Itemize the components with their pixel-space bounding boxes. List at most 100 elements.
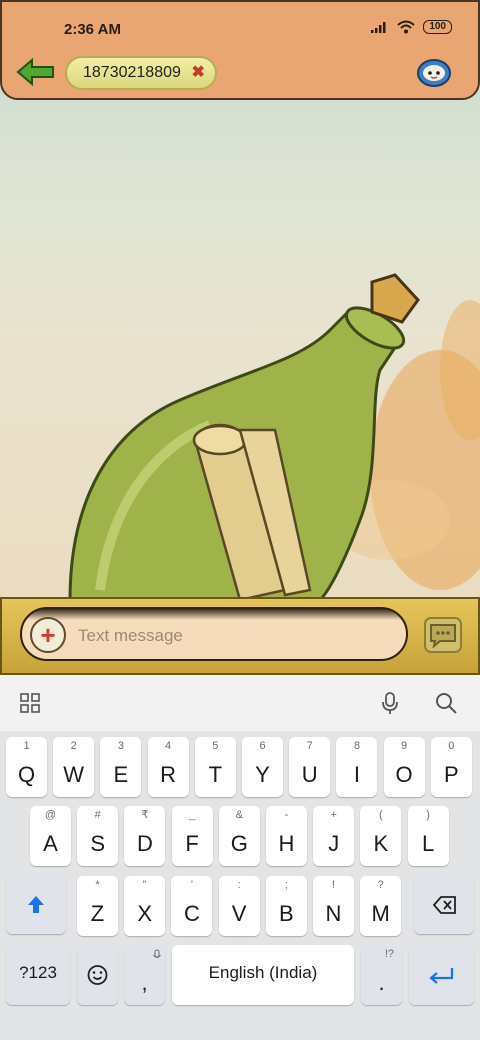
backspace-key[interactable] xyxy=(414,876,474,934)
app-header: 2:36 AM 100 18730218809 ✖ xyxy=(0,0,480,100)
key-label: Q xyxy=(17,762,36,787)
key-label: G xyxy=(230,831,248,856)
key-h[interactable]: -H xyxy=(266,806,307,866)
key-l[interactable]: ) L xyxy=(407,806,449,866)
key-hint: 5 xyxy=(212,740,219,752)
key-m[interactable]: ? M xyxy=(360,876,402,936)
period-key[interactable]: !? . xyxy=(361,945,402,1005)
space-key[interactable]: English (India) xyxy=(172,945,354,1005)
plus-icon: + xyxy=(40,620,56,650)
status-time: 2:36 AM xyxy=(64,21,121,38)
key-a[interactable]: @ A xyxy=(30,806,71,866)
key-hint: + xyxy=(330,809,337,821)
key-hint: # xyxy=(94,809,101,821)
key-label: X xyxy=(137,901,153,926)
key-p[interactable]: 0P xyxy=(430,737,472,797)
key-label: S xyxy=(90,831,106,856)
key-hint: 9 xyxy=(401,740,408,752)
key-g[interactable]: & G xyxy=(218,806,260,866)
key-label: N xyxy=(325,901,342,926)
microphone-icon[interactable] xyxy=(378,691,402,715)
key-hint: ' xyxy=(190,879,193,891)
message-input-frame: + xyxy=(20,607,408,661)
add-attachment-button[interactable]: + xyxy=(30,617,66,653)
key-z[interactable]: * Z xyxy=(77,876,118,936)
key-label: V xyxy=(231,901,247,926)
back-button[interactable] xyxy=(16,57,56,87)
key-label: J xyxy=(328,831,340,856)
key-e[interactable]: 3E xyxy=(100,737,142,797)
key-hint: - xyxy=(284,809,289,821)
apps-grid-icon[interactable] xyxy=(18,691,42,715)
search-icon[interactable] xyxy=(434,691,458,715)
key-hint: 2 xyxy=(70,740,77,752)
key-f[interactable]: _ F xyxy=(171,806,213,866)
signal-icon xyxy=(371,22,386,33)
emoji-key[interactable] xyxy=(77,945,118,1005)
comma-key[interactable]: , xyxy=(124,945,165,1005)
key-y[interactable]: 6Y xyxy=(242,737,283,797)
shift-arrow-icon xyxy=(28,896,44,913)
enter-key[interactable] xyxy=(409,945,474,1005)
key-v[interactable]: :V xyxy=(218,876,260,936)
key-hint: ) xyxy=(426,809,430,821)
key-hint: 0 xyxy=(448,740,455,752)
send-sms-button[interactable] xyxy=(424,617,462,653)
key-b[interactable]: ; B xyxy=(265,876,307,936)
comma-key-label: , xyxy=(141,970,148,995)
key-r[interactable]: 4R xyxy=(147,737,189,797)
key-label: Z xyxy=(90,901,105,926)
key-c[interactable]: ' C xyxy=(171,876,213,936)
key-i[interactable]: 8I xyxy=(336,737,378,797)
sms-bubble-icon xyxy=(430,624,456,649)
contact-avatar[interactable] xyxy=(416,56,452,88)
key-hint: ; xyxy=(284,879,288,891)
key-hint: 8 xyxy=(353,740,360,752)
key-label: O xyxy=(395,762,413,787)
space-key-label: English (India) xyxy=(208,963,318,982)
recipient-number: 18730218809 xyxy=(83,64,181,81)
key-label: A xyxy=(43,831,58,856)
key-j[interactable]: + J xyxy=(313,806,355,866)
remove-recipient-icon[interactable]: ✖ xyxy=(191,58,204,88)
key-hint: 1 xyxy=(23,740,30,752)
key-label: R xyxy=(160,762,177,787)
key-t[interactable]: 5T xyxy=(194,737,236,797)
robot-avatar-icon xyxy=(417,59,451,87)
key-hint: : xyxy=(237,879,241,891)
keyboard-toolbar xyxy=(0,675,480,731)
key-label: T xyxy=(208,762,223,787)
key-d[interactable]: ₹ D xyxy=(124,806,166,866)
symbols-key-label: ?123 xyxy=(19,963,57,982)
key-hint: ? xyxy=(377,879,384,891)
key-hint: * xyxy=(95,879,100,891)
key-hint: 3 xyxy=(117,740,124,752)
key-k[interactable]: (K xyxy=(360,806,402,866)
key-q[interactable]: 1Q xyxy=(6,737,47,797)
key-hint: ₹ xyxy=(141,809,149,821)
key-hint: ! xyxy=(331,879,336,891)
recipient-chip[interactable]: 18730218809 ✖ xyxy=(65,56,217,90)
status-icons: 100 xyxy=(371,20,452,34)
key-w[interactable]: 2W xyxy=(53,737,95,797)
key-s[interactable]: # S xyxy=(77,806,119,866)
period-key-label: . xyxy=(378,970,385,995)
wifi-icon xyxy=(397,20,415,34)
key-hint: @ xyxy=(44,809,57,821)
key-n[interactable]: ! N xyxy=(313,876,354,936)
battery-indicator: 100 xyxy=(423,20,452,34)
key-label: D xyxy=(136,831,153,856)
key-u[interactable]: 7U xyxy=(289,737,331,797)
key-label: P xyxy=(443,762,459,787)
key-hint: 7 xyxy=(306,740,313,752)
key-hint: " xyxy=(142,879,147,891)
key-x[interactable]: " X xyxy=(124,876,166,936)
backspace-icon xyxy=(432,896,456,914)
key-o[interactable]: 9O xyxy=(383,737,425,797)
key-hint: 4 xyxy=(165,740,172,752)
shift-key[interactable] xyxy=(6,876,66,934)
message-input[interactable] xyxy=(78,621,378,651)
soft-keyboard: 1Q2W3E4R5T6Y7U8I9O0P @ A # S ₹ D _ F & G - H + J(K) L … xyxy=(0,731,480,1040)
symbols-key[interactable]: ?123 xyxy=(6,945,70,1005)
key-label: Y xyxy=(255,762,270,787)
